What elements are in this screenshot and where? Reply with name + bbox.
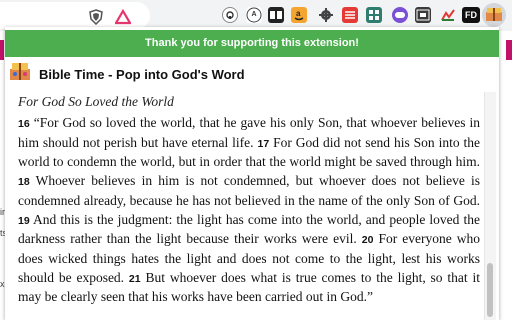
bible-time-extension-button[interactable]: [482, 3, 506, 27]
verse-number: 20: [361, 234, 374, 247]
scrollbar-thumb[interactable]: [487, 263, 493, 317]
support-banner: Thank you for supporting this extension!: [5, 30, 499, 57]
verse-number: 18: [18, 176, 30, 189]
brave-shield-icon[interactable]: [88, 9, 104, 26]
background-page-accent-right: [506, 40, 512, 60]
passage-text: 16 “For God so loved the world, that he …: [18, 114, 480, 307]
bible-time-icon: [486, 8, 502, 21]
fd-label: FD: [465, 10, 477, 20]
svg-text:a: a: [296, 9, 301, 18]
verse-number: 16: [18, 118, 30, 130]
vpn-extension-icon[interactable]: [222, 7, 238, 23]
address-bar[interactable]: [0, 2, 150, 29]
chat-extension-icon[interactable]: [392, 7, 408, 23]
background-page-accent: [0, 40, 4, 60]
app-title: Bible Time - Pop into God's Word: [39, 67, 245, 82]
chart-extension-icon[interactable]: [440, 7, 456, 23]
reader-extension-icon[interactable]: [268, 7, 284, 23]
passage-heading: For God So Loved the World: [18, 94, 174, 109]
extension-popup: Thank you for supporting this extension!…: [5, 27, 499, 320]
verse-number: 17: [257, 137, 270, 150]
fd-extension-icon[interactable]: FD: [462, 7, 480, 23]
popup-header: Bible Time - Pop into God's Word: [9, 60, 489, 86]
settings-gear-icon[interactable]: [318, 7, 334, 23]
brave-rewards-icon[interactable]: [114, 8, 132, 25]
mail-extension-icon[interactable]: A: [246, 7, 262, 23]
grid-extension-icon[interactable]: [366, 7, 382, 23]
verse-number: 21: [128, 272, 141, 285]
scrollbar[interactable]: [484, 92, 496, 320]
mail-badge: A: [251, 11, 257, 18]
media-extension-icon[interactable]: [415, 7, 431, 23]
verse-text: Whoever believes in him is not condemned…: [18, 173, 480, 208]
bible-time-logo-icon: [10, 63, 30, 80]
amazon-extension-icon[interactable]: a: [291, 7, 307, 23]
verse-number: 19: [18, 214, 30, 227]
stack-extension-icon[interactable]: [342, 7, 358, 23]
